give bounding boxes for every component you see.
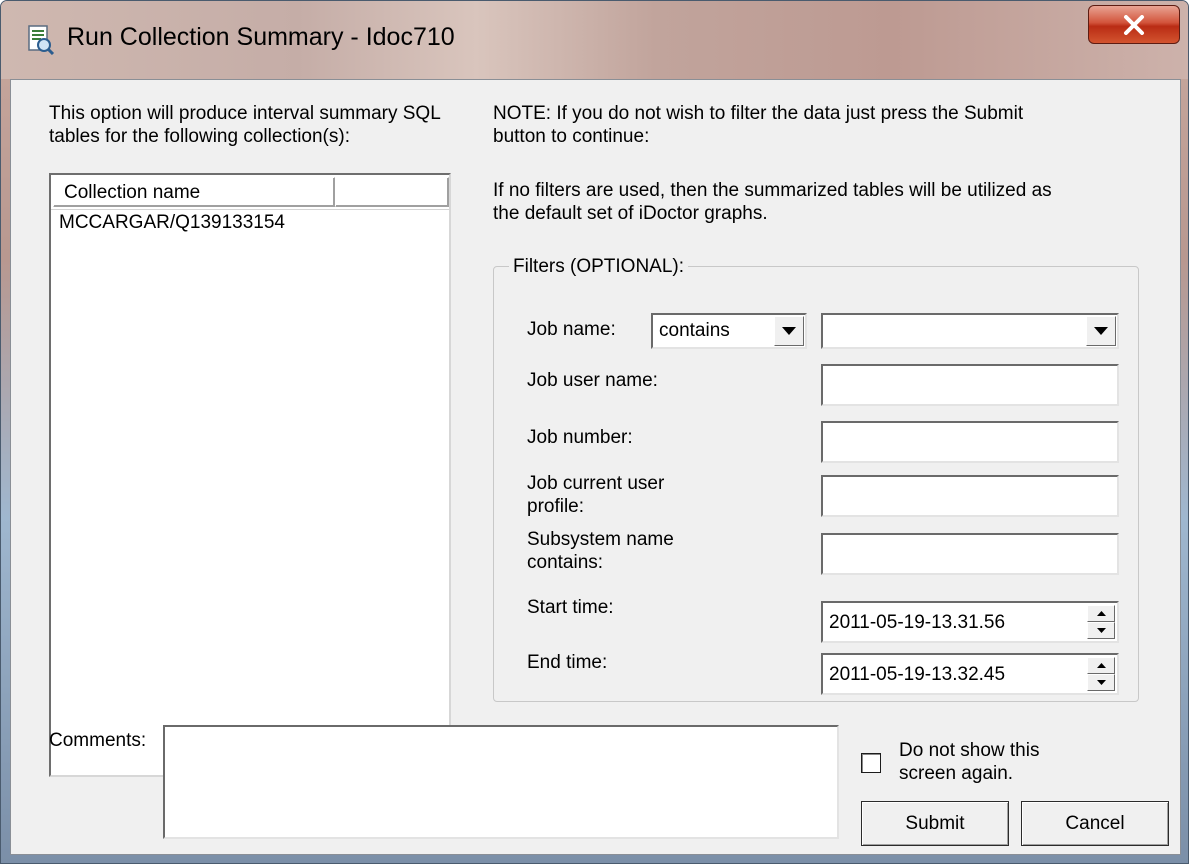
job-user-name-label: Job user name: (527, 370, 658, 391)
do-not-show-checkbox[interactable] (861, 753, 881, 773)
column-header-empty[interactable] (335, 177, 449, 207)
job-name-value-combo[interactable] (821, 313, 1119, 349)
job-name-operator-dropdown-button[interactable] (774, 316, 804, 346)
comments-textarea[interactable] (163, 725, 839, 839)
close-icon (1124, 14, 1144, 35)
end-time-spinner[interactable] (1087, 657, 1115, 691)
intro-text-line2: tables for the following collection(s): (49, 126, 350, 147)
list-item[interactable]: MCCARGAR/Q139133154 (59, 211, 285, 235)
end-time-label: End time: (527, 652, 608, 673)
spin-down-button[interactable] (1087, 622, 1115, 639)
do-not-show-label-line2: screen again. (899, 763, 1014, 784)
job-current-user-profile-field[interactable] (821, 475, 1119, 517)
arrow-down-icon (1096, 680, 1106, 685)
note-text-line1: NOTE: If you do not wish to filter the d… (493, 103, 1024, 124)
job-current-user-profile-label-line1: Job current user (527, 473, 665, 494)
spin-up-button[interactable] (1087, 657, 1115, 674)
start-time-spinner[interactable] (1087, 605, 1115, 639)
cancel-button[interactable]: Cancel (1021, 801, 1169, 846)
app-icon (28, 25, 55, 55)
job-user-name-field[interactable] (821, 364, 1119, 406)
close-button[interactable] (1088, 5, 1180, 44)
job-name-operator-select[interactable]: contains (651, 313, 807, 349)
chevron-down-icon (782, 327, 796, 335)
note-text-line2: button to continue: (493, 126, 650, 147)
dialog-body: This option will produce interval summar… (10, 79, 1181, 855)
subsystem-field[interactable] (821, 533, 1119, 575)
do-not-show-label-line1: Do not show this (899, 740, 1040, 761)
chevron-down-icon (1094, 327, 1108, 335)
arrow-up-icon (1096, 611, 1106, 616)
comments-label: Comments: (49, 730, 147, 751)
list-header: Collection name (51, 175, 449, 210)
start-time-value: 2011-05-19-13.31.56 (829, 612, 1006, 633)
title-bar[interactable]: Run Collection Summary - Idoc710 (1, 1, 1188, 79)
start-time-label: Start time: (527, 597, 614, 618)
start-time-picker[interactable]: 2011-05-19-13.31.56 (821, 601, 1119, 643)
info-text-line1: If no filters are used, then the summari… (493, 180, 1052, 201)
subsystem-label-line2: contains: (527, 552, 604, 573)
column-header-collection-name[interactable]: Collection name (53, 177, 335, 207)
job-number-label: Job number: (527, 427, 633, 448)
arrow-up-icon (1096, 663, 1106, 668)
submit-button[interactable]: Submit (861, 801, 1009, 846)
job-name-label: Job name: (527, 319, 616, 340)
dialog-window: Run Collection Summary - Idoc710 This op… (0, 0, 1189, 864)
spin-up-button[interactable] (1087, 605, 1115, 622)
filters-legend: Filters (OPTIONAL): (509, 256, 689, 278)
job-current-user-profile-label-line2: profile: (527, 496, 585, 517)
collection-list[interactable]: Collection name MCCARGAR/Q139133154 (49, 173, 451, 777)
subsystem-label-line1: Subsystem name (527, 529, 674, 550)
arrow-down-icon (1096, 628, 1106, 633)
job-name-operator-value: contains (659, 320, 730, 341)
info-text-line2: the default set of iDoctor graphs. (493, 203, 768, 224)
spin-down-button[interactable] (1087, 674, 1115, 691)
job-number-field[interactable] (821, 421, 1119, 463)
job-name-value-dropdown-button[interactable] (1086, 316, 1116, 346)
intro-text-line1: This option will produce interval summar… (49, 103, 441, 124)
window-title: Run Collection Summary - Idoc710 (67, 23, 455, 51)
end-time-picker[interactable]: 2011-05-19-13.32.45 (821, 653, 1119, 695)
end-time-value: 2011-05-19-13.32.45 (829, 664, 1006, 685)
